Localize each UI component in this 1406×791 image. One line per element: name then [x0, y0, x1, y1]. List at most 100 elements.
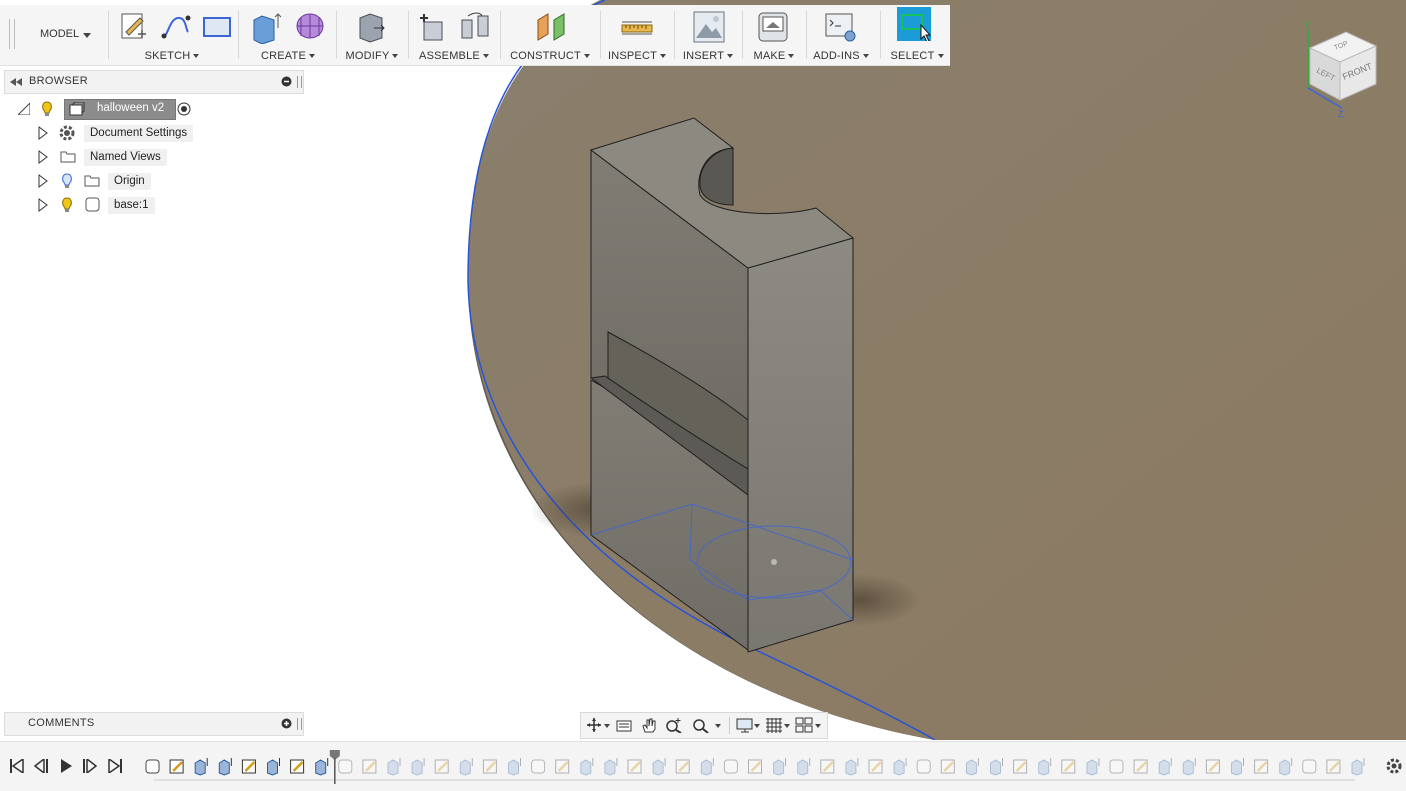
tree-item-origin[interactable]: Origin — [36, 171, 236, 191]
go-to-end-icon[interactable] — [107, 759, 123, 773]
timeline-feature[interactable] — [1038, 758, 1052, 776]
timeline-feature[interactable] — [267, 758, 280, 776]
play-icon[interactable] — [58, 759, 74, 773]
scripts-addins-icon[interactable] — [824, 10, 858, 44]
go-to-start-icon[interactable] — [9, 759, 25, 773]
expand-triangle-icon[interactable] — [38, 126, 48, 140]
timeline-feature[interactable] — [723, 759, 738, 774]
timeline-feature[interactable] — [965, 758, 979, 776]
timeline-feature[interactable] — [194, 758, 208, 776]
modify-menu[interactable]: MODIFY — [340, 50, 404, 62]
panel-resize-handle[interactable] — [297, 76, 302, 88]
assemble-menu[interactable]: ASSEMBLE — [412, 50, 496, 62]
timeline-feature[interactable] — [555, 759, 570, 774]
modify-group[interactable]: MODIFY — [340, 5, 404, 65]
tree-item-base-1[interactable]: base:1 — [36, 195, 236, 215]
expand-triangle-icon[interactable] — [38, 150, 48, 164]
workspace-switcher[interactable]: MODEL — [20, 5, 108, 65]
activate-radio-icon[interactable] — [177, 102, 191, 116]
timeline-feature[interactable] — [893, 758, 907, 776]
form-icon[interactable] — [292, 10, 326, 44]
timeline-feature[interactable] — [1133, 759, 1148, 774]
timeline-feature[interactable] — [627, 759, 642, 774]
timeline-feature[interactable] — [1279, 758, 1293, 776]
add-comment-icon[interactable] — [281, 718, 292, 729]
timeline-feature[interactable] — [315, 758, 329, 776]
new-component-icon[interactable] — [416, 10, 450, 44]
grid-settings-icon[interactable] — [765, 717, 783, 733]
timeline-feature[interactable] — [604, 758, 618, 776]
timeline-feature[interactable] — [1302, 759, 1317, 774]
chevron-down-icon[interactable] — [754, 724, 760, 728]
viewports-icon[interactable] — [795, 717, 813, 733]
lightbulb-off-icon[interactable] — [61, 173, 73, 189]
timeline-feature[interactable] — [1182, 758, 1196, 776]
display-settings-icon[interactable] — [736, 717, 754, 733]
insert-group[interactable]: INSERT — [678, 5, 738, 65]
timeline-feature[interactable] — [459, 758, 473, 776]
timeline-feature[interactable] — [652, 758, 666, 776]
look-at-icon[interactable] — [615, 717, 633, 733]
measure-icon[interactable] — [620, 10, 654, 44]
collapse-triangle-icon[interactable] — [18, 103, 30, 115]
timeline-feature[interactable] — [362, 759, 377, 774]
toolbar-grip[interactable] — [9, 19, 15, 49]
timeline-feature[interactable] — [1086, 758, 1100, 776]
tree-root-row[interactable]: halloween v2 — [18, 99, 218, 120]
timeline-feature[interactable] — [820, 759, 835, 774]
timeline-feature[interactable] — [1254, 759, 1269, 774]
timeline-feature[interactable] — [748, 759, 762, 774]
addins-group[interactable]: ADD-INS — [808, 5, 874, 65]
timeline-feature[interactable] — [1013, 759, 1028, 774]
timeline-feature[interactable] — [797, 758, 811, 776]
zoom-icon[interactable] — [665, 717, 683, 733]
step-forward-icon[interactable] — [82, 759, 98, 773]
timeline-feature[interactable] — [145, 759, 160, 774]
minus-circle-icon[interactable] — [281, 76, 292, 87]
timeline-feature[interactable] — [434, 759, 449, 774]
select-menu[interactable]: SELECT — [884, 50, 950, 62]
make-group[interactable]: MAKE — [746, 5, 802, 65]
addins-menu[interactable]: ADD-INS — [808, 50, 874, 62]
timeline-feature[interactable] — [1231, 758, 1244, 776]
timeline-feature[interactable] — [940, 759, 955, 774]
assemble-group[interactable]: ASSEMBLE — [412, 5, 496, 65]
timeline-feature[interactable] — [1061, 759, 1076, 774]
rectangle-tool-icon[interactable] — [200, 10, 234, 44]
timeline-feature[interactable] — [531, 759, 546, 774]
window-select-icon[interactable] — [897, 7, 931, 41]
line-tool-icon[interactable] — [158, 10, 192, 44]
timeline-feature[interactable] — [338, 759, 353, 774]
expand-triangle-icon[interactable] — [38, 198, 48, 212]
timeline-feature[interactable] — [169, 759, 184, 774]
timeline-feature[interactable] — [218, 758, 232, 776]
chevron-down-icon[interactable] — [784, 724, 790, 728]
expand-triangle-icon[interactable] — [38, 174, 48, 188]
create-group[interactable]: CREATE — [244, 5, 332, 65]
timeline-feature[interactable] — [1326, 759, 1341, 774]
tree-item-named-views[interactable]: Named Views — [36, 147, 236, 167]
sketch-menu[interactable]: SKETCH — [112, 50, 232, 62]
timeline-track[interactable] — [140, 748, 1370, 786]
tree-item-document-settings[interactable]: Document Settings — [36, 123, 236, 143]
step-back-icon[interactable] — [33, 759, 49, 773]
comments-panel-header[interactable]: COMMENTS — [4, 712, 304, 736]
collapse-panel-icon[interactable] — [10, 78, 22, 86]
chevron-down-icon[interactable] — [815, 724, 821, 728]
timeline-feature[interactable] — [1205, 759, 1220, 774]
timeline-feature[interactable] — [675, 759, 690, 774]
timeline-feature[interactable] — [241, 759, 256, 774]
create-sketch-icon[interactable] — [116, 10, 150, 44]
timeline-settings-gear-icon[interactable] — [1385, 757, 1403, 775]
orbit-icon[interactable] — [585, 717, 603, 733]
press-pull-icon[interactable] — [354, 10, 388, 44]
insert-menu[interactable]: INSERT — [678, 50, 738, 62]
inspect-group[interactable]: INSPECT — [604, 5, 670, 65]
timeline-feature[interactable] — [868, 759, 883, 774]
fit-zoom-icon[interactable] — [691, 717, 709, 733]
timeline-feature[interactable] — [1158, 758, 1172, 776]
extrude-icon[interactable] — [248, 10, 282, 44]
timeline-feature[interactable] — [990, 758, 1003, 776]
construct-group[interactable]: CONSTRUCT — [504, 5, 596, 65]
lightbulb-on-icon[interactable] — [61, 197, 73, 213]
